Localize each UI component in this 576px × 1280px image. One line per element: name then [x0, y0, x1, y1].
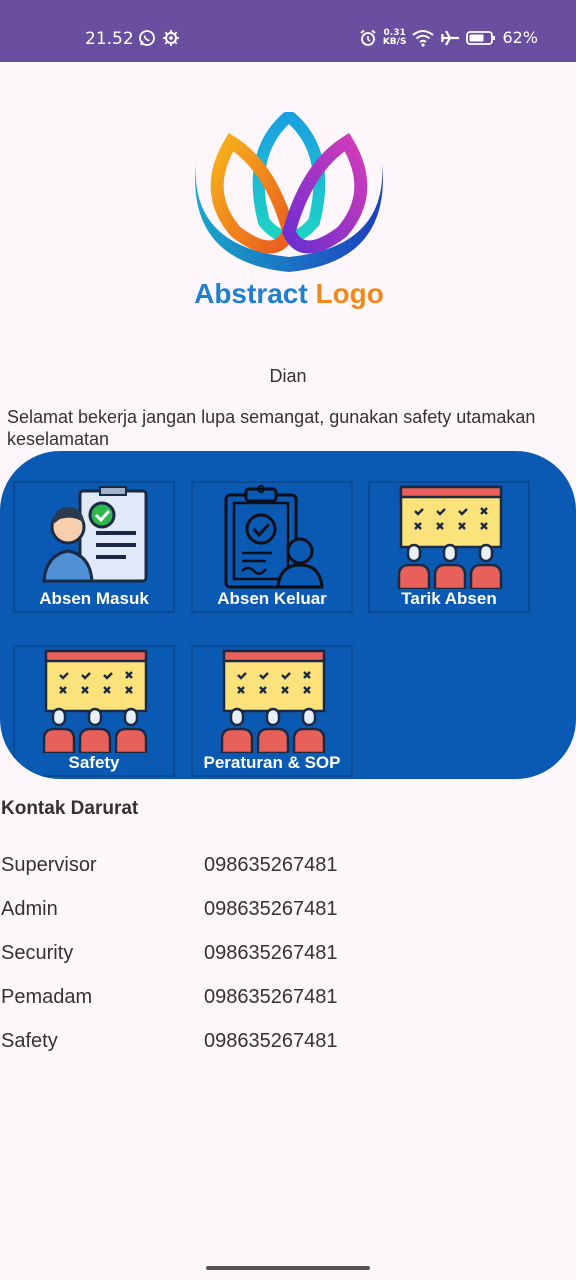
contact-role: Admin: [1, 898, 58, 920]
home-indicator[interactable]: [206, 1266, 370, 1270]
contact-row: Safety 098635267481: [1, 1030, 576, 1060]
calendar-people-icon: [220, 649, 326, 753]
menu-peraturan-sop-label: Peraturan & SOP: [203, 753, 341, 772]
menu-absen-masuk-label: Absen Masuk: [39, 589, 149, 608]
contact-phone[interactable]: 098635267481: [204, 942, 337, 965]
menu-safety[interactable]: Safety: [13, 645, 175, 777]
contact-role: Pemadam: [1, 986, 93, 1008]
app-logo: Abstract Logo: [176, 108, 402, 320]
contact-row: Security 098635267481: [1, 942, 576, 972]
contact-role: Security: [1, 942, 74, 964]
gear-icon: [163, 30, 179, 46]
status-bar: 21.52 0.31 KB/S 62%: [0, 0, 576, 62]
wifi-icon: [412, 29, 435, 47]
lotus-logo-mark: [195, 108, 383, 272]
logo-wordmark: Abstract Logo: [176, 278, 402, 310]
menu-safety-label: Safety: [68, 753, 120, 772]
contact-row: Pemadam 098635267481: [1, 986, 576, 1016]
alarm-icon: [360, 29, 376, 46]
contact-phone[interactable]: 098635267481: [204, 898, 337, 921]
menu-tarik-absen[interactable]: Tarik Absen: [368, 481, 530, 613]
logo-word-2: Logo: [315, 278, 384, 309]
menu-absen-keluar-label: Absen Keluar: [217, 589, 327, 608]
status-right-group: 0.31 KB/S 62%: [359, 28, 538, 47]
network-speed: 0.31 KB/S: [382, 28, 407, 47]
logo-word-1: Abstract: [194, 278, 308, 309]
status-time: 21.52: [85, 29, 134, 49]
whatsapp-icon: [139, 30, 155, 46]
contact-phone[interactable]: 098635267481: [204, 854, 337, 877]
emergency-contacts-title: Kontak Darurat: [1, 798, 139, 819]
calendar-people-icon: [42, 649, 148, 753]
greeting-text: Selamat bekerja jangan lupa semangat, gu…: [7, 407, 536, 449]
user-name: Dian: [269, 366, 307, 386]
contact-row: Supervisor 098635267481: [1, 854, 576, 884]
contact-role: Safety: [1, 1030, 58, 1052]
clipboard-user-icon: [224, 485, 324, 589]
battery-icon: [466, 30, 496, 45]
menu-absen-keluar[interactable]: Absen Keluar: [191, 481, 353, 613]
contact-phone[interactable]: 098635267481: [204, 986, 337, 1009]
network-speed-unit: KB/S: [382, 36, 407, 47]
contact-role: Supervisor: [1, 854, 97, 876]
menu-peraturan-sop[interactable]: Peraturan & SOP: [191, 645, 353, 777]
menu-absen-masuk[interactable]: Absen Masuk: [13, 481, 175, 613]
menu-panel: Absen Masuk Absen Keluar Tarik Absen Saf…: [0, 451, 576, 779]
airplane-mode-icon: [441, 29, 460, 46]
check-in-icon: [42, 486, 148, 583]
battery-percent: 62%: [502, 28, 538, 47]
menu-tarik-absen-label: Tarik Absen: [401, 589, 497, 608]
contact-row: Admin 098635267481: [1, 898, 576, 928]
calendar-people-icon: [397, 485, 503, 589]
contact-phone[interactable]: 098635267481: [204, 1030, 337, 1053]
